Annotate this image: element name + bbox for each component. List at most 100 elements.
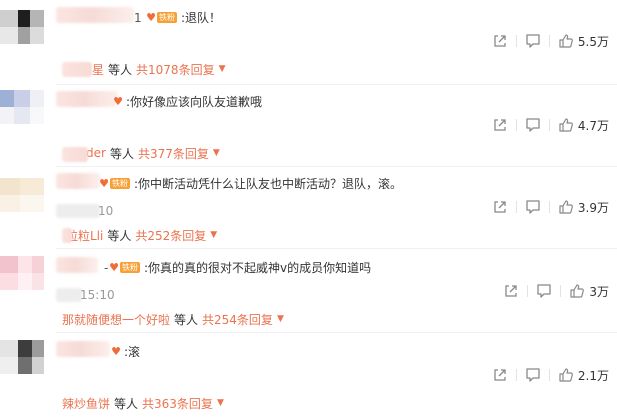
chevron-down-icon[interactable]: ▼: [217, 398, 224, 408]
divider: [56, 248, 617, 249]
share-icon[interactable]: [492, 33, 508, 49]
reply-etc: 等人: [109, 146, 134, 161]
avatar[interactable]: [0, 90, 44, 124]
username-fragment[interactable]: 1: [134, 10, 142, 26]
username-blurred: [62, 147, 88, 162]
chevron-down-icon[interactable]: ▼: [219, 64, 226, 74]
reply-etc: 等人: [174, 312, 199, 327]
fan-badge-label: 铁粉: [157, 12, 177, 23]
share-icon[interactable]: [492, 117, 508, 133]
chevron-down-icon[interactable]: ▼: [210, 230, 217, 240]
comment-icon[interactable]: [536, 283, 552, 299]
comment-text: :你真的真的很对不起威神v的成员你知道吗: [144, 261, 372, 275]
divider: [560, 285, 562, 297]
reply-etc: 等人: [107, 228, 132, 243]
reply-count-link[interactable]: 共377条回复: [138, 145, 209, 162]
chevron-down-icon[interactable]: ▼: [213, 148, 220, 158]
heart-icon: ♥: [111, 345, 121, 358]
divider: [548, 35, 550, 47]
comment-actions: 2.1万: [492, 366, 609, 384]
username-blurred[interactable]: [56, 257, 98, 273]
avatar[interactable]: [0, 256, 44, 290]
username-blurred[interactable]: [56, 91, 118, 107]
comment-icon[interactable]: [525, 367, 541, 383]
like-count: 4.7万: [577, 118, 609, 133]
fan-badge: ♥ 铁粉: [108, 261, 144, 274]
avatar[interactable]: [0, 178, 44, 212]
heart-icon: ♥: [113, 95, 123, 108]
comment-text: :退队！: [181, 11, 222, 25]
comment-text: :你中断活动凭什么让队友也中断活动？退队，滚。: [134, 177, 403, 191]
comment-item: ♥ :你好像应该向队友道歉哦 4.7万 der 等人 共377条回复 ▼: [0, 86, 617, 170]
divider: [56, 166, 617, 167]
like-count: 5.5万: [577, 34, 609, 49]
reply-summary[interactable]: der 等人 共377条回复 ▼: [62, 144, 220, 162]
divider: [56, 332, 617, 333]
reply-summary[interactable]: 那就随便想一个好啦 等人 共254条回复 ▼: [62, 310, 284, 328]
reply-user[interactable]: der: [62, 146, 106, 162]
divider: [548, 119, 550, 131]
username-blurred: [62, 227, 72, 243]
reply-user-name: der: [86, 146, 106, 160]
time-blurred: [56, 288, 82, 302]
avatar[interactable]: [0, 340, 44, 374]
divider: [515, 369, 517, 381]
comment-text: :滚: [124, 345, 141, 359]
thumbs-up-icon[interactable]: [558, 199, 574, 215]
reply-count-link[interactable]: 共363条回复: [142, 395, 213, 412]
like-count: 3.9万: [577, 200, 609, 215]
username-blurred[interactable]: [56, 341, 110, 357]
avatar[interactable]: [0, 10, 44, 44]
reply-count-link[interactable]: 共252条回复: [135, 227, 206, 244]
comment-item: - ♥ 铁粉 :你真的真的很对不起威神v的成员你知道吗 15:10 3万 那就随…: [0, 252, 617, 336]
comment-item: ♥ 铁粉 :你中断活动凭什么让队友也中断活动？退队，滚。 10 3.9万 粒粒L…: [0, 168, 617, 252]
comment-time: 10: [98, 204, 114, 218]
share-icon[interactable]: [503, 283, 519, 299]
reply-etc: 等人: [108, 62, 133, 77]
reply-count-link[interactable]: 共254条回复: [202, 311, 273, 328]
reply-user-name: 那就随便想一个好啦: [62, 312, 171, 327]
username-blurred[interactable]: [56, 7, 134, 23]
reply-user-name: 辣炒鱼饼: [62, 396, 111, 411]
reply-user[interactable]: 那就随便想一个好啦: [62, 311, 170, 328]
fan-badge: ♥ 铁粉: [98, 177, 134, 190]
fan-badge: ♥ 铁粉: [145, 11, 181, 24]
reply-summary[interactable]: 粒粒Lli 等人 共252条回复 ▼: [62, 226, 217, 244]
comment-text: :你好像应该向队友道歉哦: [126, 95, 263, 109]
thumbs-up-icon[interactable]: [558, 117, 574, 133]
heart-icon: ♥: [109, 261, 119, 274]
thumbs-up-icon[interactable]: [569, 283, 585, 299]
reply-summary[interactable]: 星 等人 共1078条回复 ▼: [62, 60, 226, 78]
reply-count-link[interactable]: 共1078条回复: [136, 61, 215, 78]
heart-icon: ♥: [146, 11, 156, 24]
reply-summary[interactable]: 辣炒鱼饼 等人 共363条回复 ▼: [62, 394, 224, 412]
comment-item: ♥ :滚 2.1万 辣炒鱼饼 等人 共363条回复 ▼: [0, 336, 617, 420]
comment-icon[interactable]: [525, 117, 541, 133]
divider: [515, 35, 517, 47]
fan-badge: ♥: [112, 95, 126, 108]
thumbs-up-icon[interactable]: [558, 367, 574, 383]
divider: [548, 201, 550, 213]
share-icon[interactable]: [492, 367, 508, 383]
reply-user[interactable]: 星: [62, 61, 104, 78]
comment-icon[interactable]: [525, 33, 541, 49]
username-blurred[interactable]: [56, 173, 100, 189]
comment-icon[interactable]: [525, 199, 541, 215]
like-count: 3万: [589, 284, 609, 299]
comment-item: 1 ♥ 铁粉 :退队！ 5.5万 星 等人 共1078条回复 ▼: [0, 2, 617, 86]
divider: [515, 119, 517, 131]
comment-actions: 4.7万: [492, 116, 609, 134]
share-icon[interactable]: [492, 199, 508, 215]
reply-user[interactable]: 辣炒鱼饼: [62, 395, 110, 412]
username-blurred: [62, 61, 92, 77]
heart-icon: ♥: [99, 177, 109, 190]
reply-user-name: 星: [92, 62, 105, 77]
fan-badge-label: 铁粉: [110, 178, 130, 189]
reply-user[interactable]: 粒粒Lli: [62, 227, 103, 244]
divider: [527, 285, 529, 297]
thumbs-up-icon[interactable]: [558, 33, 574, 49]
chevron-down-icon[interactable]: ▼: [277, 314, 284, 324]
divider: [56, 84, 617, 85]
divider: [548, 369, 550, 381]
divider: [515, 201, 517, 213]
